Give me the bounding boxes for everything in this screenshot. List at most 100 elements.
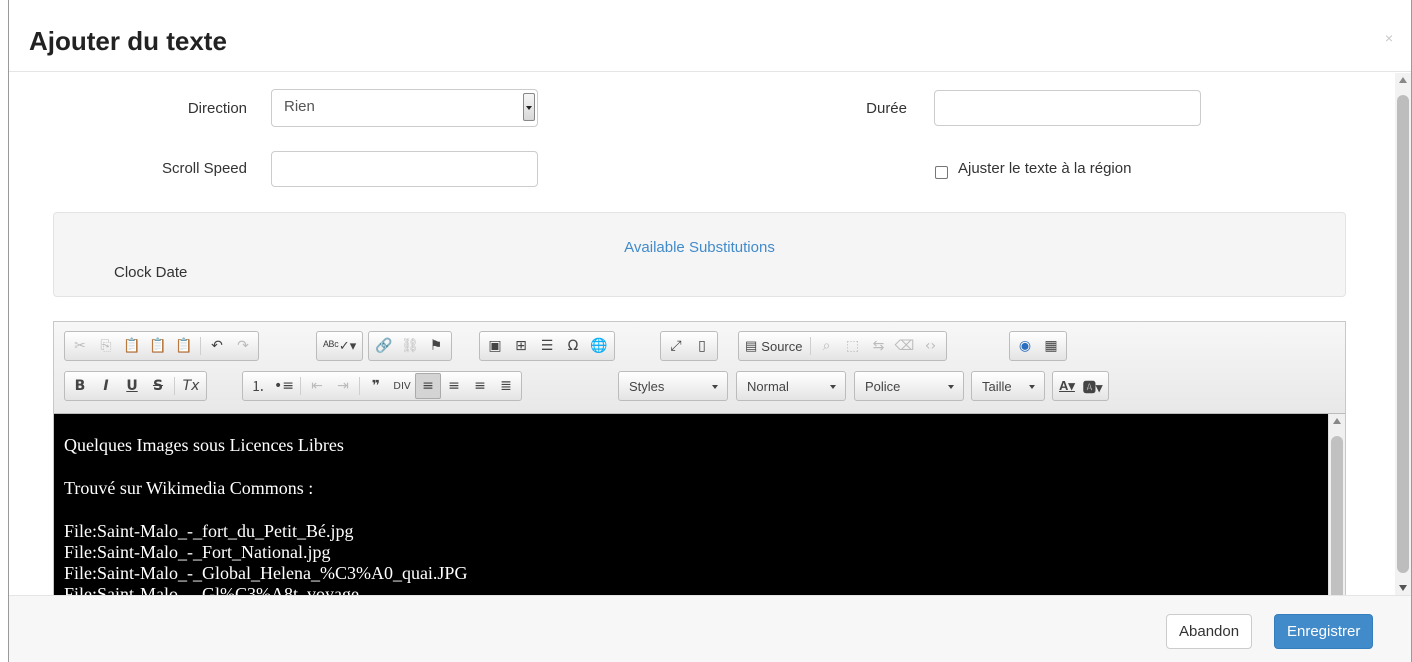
toolbar-separator [174,377,175,395]
format-dropdown-label: Normal [747,379,789,394]
duree-label: Durée [866,100,907,117]
editor-toolbar: ✂ ⎘ 📋 📋 📋 ↶ ↷ ᴬᴮᶜ✓▾ 🔗 ⛓ ⚑ ▣ ⊞ ☰ Ω 🌐 ⤢ ▯ … [54,322,1345,414]
modal-body[interactable]: Direction Rien Durée Scroll Speed Ajuste… [9,73,1411,595]
chevron-down-icon [948,385,954,389]
toolbar-group-clipboard: ✂ ⎘ 📋 📋 📋 ↶ ↷ [64,331,259,361]
table-icon[interactable]: ⊞ [508,333,534,359]
rich-text-editor: ✂ ⎘ 📋 📋 📋 ↶ ↷ ᴬᴮᶜ✓▾ 🔗 ⛓ ⚑ ▣ ⊞ ☰ Ω 🌐 ⤢ ▯ … [53,321,1346,595]
modal-title: Ajouter du texte [29,26,227,56]
scroll-speed-input[interactable] [271,151,538,187]
cut-icon[interactable]: ✂ [67,333,93,359]
editor-line: File:Saint-Malo_-_Fort_National.jpg [64,542,331,562]
align-left-icon[interactable]: ≡ [415,373,441,399]
find-icon[interactable]: ⌕ [814,333,840,359]
format-dropdown[interactable]: Normal [736,371,846,401]
clear-format-button[interactable]: Tx [178,373,204,399]
scroll-down-icon[interactable] [1399,585,1407,591]
editor-line: File:Saint-Malo_-_fort_du_Petit_Bé.jpg [64,521,354,541]
align-justify-icon[interactable]: ≣ [493,373,519,399]
underline-button[interactable]: U [119,373,145,399]
align-center-icon[interactable]: ≡ [441,373,467,399]
source-button[interactable]: ▤ Source [741,333,807,359]
code-icon[interactable]: ‹› [918,333,944,359]
duree-input[interactable] [934,90,1201,126]
editor-scrollbar-thumb[interactable] [1331,436,1343,595]
styles-dropdown[interactable]: Styles [618,371,728,401]
link-icon[interactable]: 🔗 [371,333,397,359]
scroll-speed-label: Scroll Speed [161,160,247,177]
copy-icon[interactable]: ⎘ [93,333,119,359]
close-icon[interactable]: × [1385,30,1393,46]
scroll-up-icon[interactable] [1333,418,1341,424]
paste-icon[interactable]: 📋 [119,333,145,359]
modal-footer: Abandon Enregistrer [9,595,1411,662]
chevron-down-icon [712,385,718,389]
bold-button[interactable]: B [67,373,93,399]
editor-scrollbar[interactable] [1328,414,1345,595]
save-button[interactable]: Enregistrer [1274,614,1374,649]
toolbar-separator [359,377,360,395]
maximize-icon[interactable]: ⤢ [663,333,689,359]
fit-text-checkbox[interactable] [935,166,948,179]
special-char-icon[interactable]: Ω [560,333,586,359]
chevron-down-icon [1029,385,1035,389]
undo-icon[interactable]: ↶ [204,333,230,359]
font-dropdown-label: Police [865,379,901,394]
numbered-list-icon[interactable]: ⒈ [245,373,271,399]
modal-body-scrollbar[interactable] [1395,73,1411,595]
substitution-item[interactable]: Clock Date [114,264,187,281]
substitutions-panel: Available Substitutions Clock Date [53,212,1346,297]
size-dropdown[interactable]: Taille [971,371,1045,401]
scroll-up-icon[interactable] [1399,77,1407,83]
toolbar-separator [200,337,201,355]
anchor-icon[interactable]: ⚑ [423,333,449,359]
replace-icon[interactable]: ⇆ [866,333,892,359]
outdent-icon[interactable]: ⇤ [304,373,330,399]
paste-word-icon[interactable]: 📋 [171,333,197,359]
editor-line: Trouvé sur Wikimedia Commons : [64,478,314,498]
toolbar-separator [809,337,811,355]
align-right-icon[interactable]: ≡ [467,373,493,399]
select-all-icon[interactable]: ⬚ [840,333,866,359]
fit-text-label[interactable]: Ajuster le texte à la région [958,160,1131,177]
background-color-icon[interactable]: 🅰▾ [1079,373,1107,399]
blockquote-icon[interactable]: ❞ [363,373,389,399]
editor-line: File:Saint-Malo_-_Global_Helena_%C3%A0_q… [64,563,468,583]
horizontal-rule-icon[interactable]: ☰ [534,333,560,359]
cancel-button[interactable]: Abandon [1166,614,1253,649]
qrcode-icon[interactable]: ▦ [1038,333,1064,359]
substitutions-header-link[interactable]: Available Substitutions [54,239,1345,256]
remove-format-icon[interactable]: ⌫ [892,333,918,359]
toolbar-group-view: ⤢ ▯ [660,331,718,361]
editor-line: Quelques Images sous Licences Libres [64,435,344,455]
toolbar-group-spellcheck: ᴬᴮᶜ✓▾ [316,331,364,361]
bulleted-list-icon[interactable]: •≡ [271,373,297,399]
editor-line: File:Saint-Malo_-_Gl%C3%A8t_voyage [64,584,359,595]
toolbar-group-links: 🔗 ⛓ ⚑ [368,331,452,361]
strike-button[interactable]: S [145,373,171,399]
modal-header: Ajouter du texte × [9,0,1411,72]
spellcheck-icon[interactable]: ᴬᴮᶜ✓▾ [319,333,360,359]
chevron-down-icon [830,385,836,389]
indent-icon[interactable]: ⇥ [330,373,356,399]
media-icon[interactable]: ◉ [1012,333,1038,359]
toolbar-group-colors: A▾ 🅰▾ [1052,371,1110,401]
italic-button[interactable]: I [93,373,119,399]
font-dropdown[interactable]: Police [854,371,964,401]
text-color-icon[interactable]: A▾ [1055,373,1079,399]
unlink-icon[interactable]: ⛓ [397,333,423,359]
create-div-icon[interactable]: DIV [389,373,415,399]
modal-scrollbar-thumb[interactable] [1397,95,1409,573]
image-icon[interactable]: ▣ [482,333,508,359]
toolbar-group-insert: ▣ ⊞ ☰ Ω 🌐 [479,331,615,361]
iframe-icon[interactable]: 🌐 [586,333,612,359]
editor-content-area[interactable]: Quelques Images sous Licences Libres Tro… [54,414,1329,595]
show-blocks-icon[interactable]: ▯ [689,333,715,359]
paste-text-icon[interactable]: 📋 [145,333,171,359]
toolbar-separator [300,377,301,395]
toolbar-group-basic-styles: B I U S Tx [64,371,207,401]
direction-select[interactable]: Rien [271,89,538,127]
direction-selected-value: Rien [284,98,315,115]
toolbar-group-paragraph: ⒈ •≡ ⇤ ⇥ ❞ DIV ≡ ≡ ≡ ≣ [242,371,522,401]
redo-icon[interactable]: ↷ [230,333,256,359]
